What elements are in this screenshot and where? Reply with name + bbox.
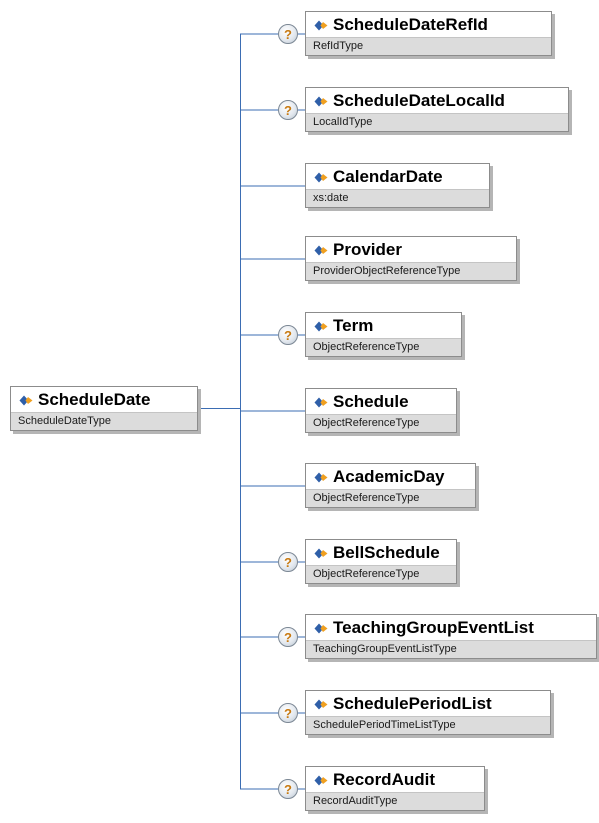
element-name: Provider [333,240,402,259]
element-header: SchedulePeriodList [306,691,550,717]
element-diamond-icon [314,96,328,106]
element-name: AcademicDay [333,467,445,486]
optional-marker-icon: ? [278,552,298,572]
element-type: ObjectReferenceType [306,414,456,432]
element-box-term[interactable]: Term ObjectReferenceType [305,312,462,357]
optional-marker-icon: ? [278,779,298,799]
element-diamond-icon [314,397,328,407]
optional-marker-icon: ? [278,100,298,120]
element-box-schedule-date-ref-id[interactable]: ScheduleDateRefId RefIdType [305,11,552,56]
element-box-schedule-date-local-id[interactable]: ScheduleDateLocalId LocalIdType [305,87,569,132]
element-header: ScheduleDateRefId [306,12,551,38]
element-name: SchedulePeriodList [333,694,492,713]
element-type: ObjectReferenceType [306,338,461,356]
element-diamond-icon [314,20,328,30]
optional-marker-icon: ? [278,627,298,647]
element-header: Term [306,313,461,339]
element-diamond-icon [314,623,328,633]
element-diamond-icon [314,172,328,182]
element-box-provider[interactable]: Provider ProviderObjectReferenceType [305,236,517,281]
element-header: CalendarDate [306,164,489,190]
element-diamond-icon [314,245,328,255]
element-box-schedule-period-list[interactable]: SchedulePeriodList SchedulePeriodTimeList… [305,690,551,735]
element-header: Schedule [306,389,456,415]
element-diamond-icon [314,321,328,331]
optional-marker-icon: ? [278,703,298,723]
element-diamond-icon [19,395,33,405]
optional-marker-icon: ? [278,24,298,44]
root-element-header: ScheduleDate [11,387,197,413]
element-name: ScheduleDateRefId [333,15,488,34]
element-box-bell-schedule[interactable]: BellSchedule ObjectReferenceType [305,539,457,584]
element-diamond-icon [314,775,328,785]
element-type: RefIdType [306,37,551,55]
element-diamond-icon [314,699,328,709]
element-box-academic-day[interactable]: AcademicDay ObjectReferenceType [305,463,476,508]
root-element-name: ScheduleDate [38,390,151,409]
element-name: Term [333,316,374,335]
root-element-box[interactable]: ScheduleDate ScheduleDateType [10,386,198,431]
element-type: RecordAuditType [306,792,484,810]
element-box-schedule[interactable]: Schedule ObjectReferenceType [305,388,457,433]
element-name: BellSchedule [333,543,440,562]
element-type: xs:date [306,189,489,207]
element-type: ProviderObjectReferenceType [306,262,516,280]
element-diamond-icon [314,472,328,482]
element-header: TeachingGroupEventList [306,615,596,641]
element-name: Schedule [333,392,409,411]
element-box-teaching-group-event-list[interactable]: TeachingGroupEventList TeachingGroupEvent… [305,614,597,659]
element-name: ScheduleDateLocalId [333,91,505,110]
element-header: BellSchedule [306,540,456,566]
element-type: TeachingGroupEventListType [306,640,596,658]
element-box-record-audit[interactable]: RecordAudit RecordAuditType [305,766,485,811]
element-type: ObjectReferenceType [306,565,456,583]
element-diamond-icon [314,548,328,558]
element-type: SchedulePeriodTimeListType [306,716,550,734]
element-type: ObjectReferenceType [306,489,475,507]
element-box-calendar-date[interactable]: CalendarDate xs:date [305,163,490,208]
element-header: RecordAudit [306,767,484,793]
element-name: CalendarDate [333,167,443,186]
element-type: LocalIdType [306,113,568,131]
optional-marker-icon: ? [278,325,298,345]
element-header: ScheduleDateLocalId [306,88,568,114]
element-header: AcademicDay [306,464,475,490]
element-name: TeachingGroupEventList [333,618,534,637]
schema-diagram: ScheduleDate ScheduleDateType ? ScheduleD… [0,0,599,823]
element-header: Provider [306,237,516,263]
root-element-type: ScheduleDateType [11,412,197,430]
element-name: RecordAudit [333,770,435,789]
